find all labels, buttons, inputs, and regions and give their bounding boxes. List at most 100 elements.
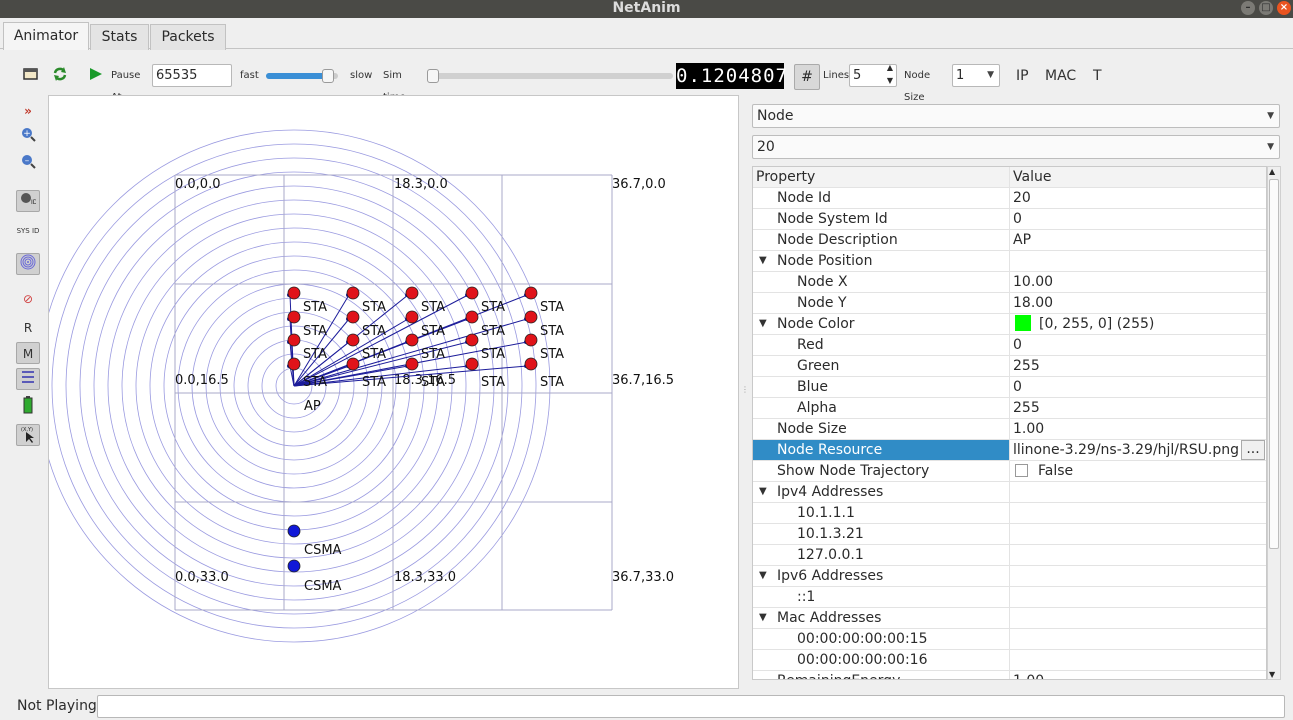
expand-arrow-icon[interactable]: ▼ bbox=[759, 608, 767, 628]
show-trajectory-checkbox[interactable] bbox=[1015, 464, 1028, 477]
properties-list-icon[interactable] bbox=[16, 368, 40, 390]
maximize-icon[interactable]: □ bbox=[1259, 1, 1273, 15]
animation-canvas[interactable]: 0.0,0.0 18.3,0.0 36.7,0.0 0.0,16.5 18.3,… bbox=[48, 95, 739, 689]
tab-stats[interactable]: Stats bbox=[90, 24, 149, 50]
sta-node[interactable] bbox=[524, 286, 538, 300]
sim-time-slider[interactable] bbox=[427, 69, 673, 83]
property-row[interactable]: Node Description AP bbox=[753, 230, 1266, 251]
grid-lines-toggle-button[interactable]: # bbox=[794, 64, 820, 90]
node-size-combobox[interactable]: 1 ▼ bbox=[952, 64, 1000, 87]
property-row[interactable]: 10.1.1.1 bbox=[753, 503, 1266, 524]
sta-node[interactable] bbox=[346, 286, 360, 300]
status-input[interactable] bbox=[97, 695, 1285, 718]
sta-node[interactable] bbox=[524, 310, 538, 324]
mac-toggle-button[interactable]: MAC bbox=[1045, 65, 1081, 87]
property-row[interactable]: Node Id 20 bbox=[753, 188, 1266, 209]
scroll-up-icon[interactable]: ▲ bbox=[1269, 167, 1275, 176]
property-row[interactable]: ▼ Node Color [0, 255, 0] (255) bbox=[753, 314, 1266, 335]
sta-node[interactable] bbox=[287, 357, 301, 371]
open-file-icon[interactable] bbox=[22, 65, 40, 87]
property-row[interactable]: Node Size 1.00 bbox=[753, 419, 1266, 440]
property-row[interactable]: ▼ Mac Addresses bbox=[753, 608, 1266, 629]
property-row[interactable]: Node Resource allinone-3.29/ns-3.29/hjl/R… bbox=[753, 440, 1266, 461]
property-row[interactable]: Node Y 18.00 bbox=[753, 293, 1266, 314]
reload-icon[interactable] bbox=[51, 65, 69, 87]
play-icon[interactable] bbox=[87, 65, 105, 87]
speed-slider-handle[interactable] bbox=[321, 69, 334, 83]
sta-node[interactable] bbox=[287, 310, 301, 324]
sta-node[interactable] bbox=[405, 333, 419, 347]
speed-slider[interactable] bbox=[266, 69, 338, 83]
mouse-position-icon[interactable]: (X,Y) bbox=[16, 424, 40, 446]
spin-up-icon[interactable]: ▲ bbox=[887, 62, 893, 74]
zoom-in-icon[interactable]: + bbox=[16, 126, 40, 148]
expand-arrow-icon[interactable]: ▼ bbox=[759, 314, 767, 334]
routing-r-button[interactable]: R bbox=[16, 317, 40, 339]
node-id-combobox[interactable]: 20 ▼ bbox=[752, 135, 1280, 159]
sta-node[interactable] bbox=[287, 286, 301, 300]
sta-node[interactable] bbox=[346, 310, 360, 324]
scroll-thumb[interactable] bbox=[1269, 179, 1279, 549]
sta-node[interactable] bbox=[405, 310, 419, 324]
property-row[interactable]: ▼ Node Position bbox=[753, 251, 1266, 272]
sta-node[interactable] bbox=[465, 357, 479, 371]
expand-arrow-icon[interactable]: ▼ bbox=[759, 566, 767, 586]
sim-time-label: Sim time bbox=[383, 70, 406, 103]
m-toggle-button[interactable]: M bbox=[16, 342, 40, 364]
minimize-icon[interactable]: – bbox=[1241, 1, 1255, 15]
sta-node[interactable] bbox=[287, 333, 301, 347]
show-node-id-icon[interactable]: ID bbox=[16, 190, 40, 212]
battery-icon[interactable] bbox=[16, 396, 40, 418]
sta-node[interactable] bbox=[465, 333, 479, 347]
object-type-combobox[interactable]: Node ▼ bbox=[752, 104, 1280, 128]
property-row[interactable]: Green 255 bbox=[753, 356, 1266, 377]
property-row[interactable]: ::1 bbox=[753, 587, 1266, 608]
pause-at-input[interactable]: 65535 bbox=[152, 64, 232, 87]
sta-node[interactable] bbox=[524, 357, 538, 371]
expand-arrow-icon[interactable]: ▼ bbox=[759, 251, 767, 271]
property-row[interactable]: Alpha 255 bbox=[753, 398, 1266, 419]
close-icon[interactable]: × bbox=[1277, 1, 1291, 15]
sta-node[interactable] bbox=[405, 357, 419, 371]
show-sysid-icon[interactable]: SYS ID bbox=[16, 220, 40, 242]
property-row[interactable]: Node X 10.00 bbox=[753, 272, 1266, 293]
sta-node[interactable] bbox=[465, 286, 479, 300]
wireless-circles-icon[interactable] bbox=[16, 253, 40, 275]
property-row[interactable]: Red 0 bbox=[753, 335, 1266, 356]
property-table-scrollbar[interactable]: ▲ ▼ bbox=[1267, 166, 1281, 680]
sim-time-handle[interactable] bbox=[427, 69, 439, 83]
ip-toggle-button[interactable]: IP bbox=[1016, 65, 1036, 87]
property-row[interactable]: RemainingEnergy 1.00 bbox=[753, 671, 1266, 679]
tab-animator[interactable]: Animator bbox=[3, 22, 89, 50]
property-value-cell[interactable]: allinone-3.29/ns-3.29/hjl/RSU.png... bbox=[1011, 440, 1266, 460]
property-row[interactable]: Blue 0 bbox=[753, 377, 1266, 398]
hide-node-icon[interactable]: ⊘ bbox=[16, 288, 40, 310]
property-row[interactable]: Show Node Trajectory False bbox=[753, 461, 1266, 482]
splitter-handle[interactable]: ⋮ bbox=[741, 385, 749, 399]
sta-node[interactable] bbox=[346, 333, 360, 347]
property-row[interactable]: 00:00:00:00:00:15 bbox=[753, 629, 1266, 650]
spin-down-icon[interactable]: ▼ bbox=[887, 75, 893, 87]
sta-node[interactable] bbox=[465, 310, 479, 324]
column-header-property[interactable]: Property bbox=[753, 167, 1010, 187]
sta-node[interactable] bbox=[346, 357, 360, 371]
expand-arrow-icon[interactable]: ▼ bbox=[759, 482, 767, 502]
property-row[interactable]: 10.1.3.21 bbox=[753, 524, 1266, 545]
sta-node[interactable] bbox=[524, 333, 538, 347]
property-row[interactable]: ▼ Ipv4 Addresses bbox=[753, 482, 1266, 503]
csma-node[interactable] bbox=[287, 524, 301, 538]
fast-forward-icon[interactable]: » bbox=[16, 100, 40, 122]
column-header-value[interactable]: Value bbox=[1011, 167, 1266, 187]
tab-packets[interactable]: Packets bbox=[150, 24, 226, 50]
browse-resource-button[interactable]: ... bbox=[1241, 440, 1265, 460]
property-row[interactable]: Node System Id 0 bbox=[753, 209, 1266, 230]
t-toggle-button[interactable]: T bbox=[1093, 65, 1105, 87]
zoom-out-icon[interactable]: – bbox=[16, 153, 40, 175]
property-row[interactable]: 00:00:00:00:00:16 bbox=[753, 650, 1266, 671]
sta-node[interactable] bbox=[405, 286, 419, 300]
scroll-down-icon[interactable]: ▼ bbox=[1269, 670, 1275, 679]
csma-node[interactable] bbox=[287, 559, 301, 573]
property-row[interactable]: ▼ Ipv6 Addresses bbox=[753, 566, 1266, 587]
lines-spinbox[interactable]: 5 ▲ ▼ bbox=[849, 62, 897, 87]
property-row[interactable]: 127.0.0.1 bbox=[753, 545, 1266, 566]
